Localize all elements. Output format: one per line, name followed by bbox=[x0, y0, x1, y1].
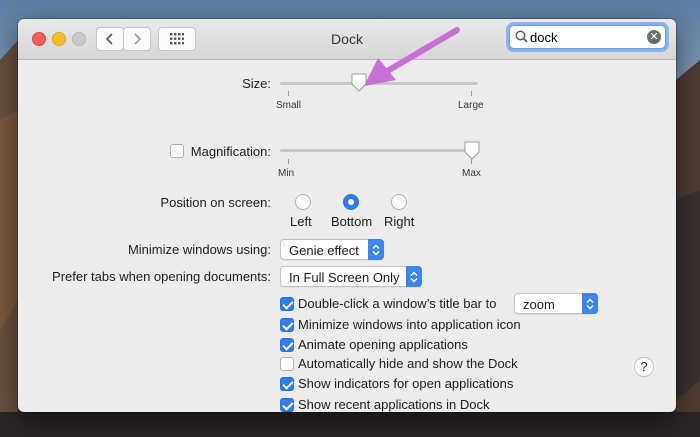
search-input[interactable] bbox=[530, 28, 640, 46]
minimize-effect-popup[interactable]: Genie effect bbox=[280, 239, 384, 260]
minimize-label: Minimize windows using: bbox=[127, 242, 271, 257]
show-indicators-label: Show indicators for open applications bbox=[298, 376, 514, 391]
autohide-dock-checkbox[interactable] bbox=[280, 357, 294, 371]
magnification-max-label: Max bbox=[462, 168, 481, 179]
prefer-tabs-popup[interactable]: In Full Screen Only bbox=[280, 266, 422, 287]
chevron-up-down-icon bbox=[582, 293, 598, 314]
chevron-right-icon bbox=[134, 33, 142, 45]
position-left-radio[interactable] bbox=[295, 194, 311, 210]
clear-icon[interactable]: ✕ bbox=[647, 30, 661, 44]
size-slider-track bbox=[280, 82, 478, 85]
double-click-action-popup[interactable]: zoom bbox=[514, 293, 598, 314]
show-indicators-checkbox[interactable] bbox=[280, 377, 294, 391]
position-right-radio[interactable] bbox=[391, 194, 407, 210]
show-recent-apps-checkbox[interactable] bbox=[280, 398, 294, 412]
magnification-slider-thumb[interactable] bbox=[463, 141, 481, 161]
magnification-slider-track bbox=[280, 149, 478, 152]
magnification-checkbox[interactable] bbox=[170, 144, 184, 158]
minimize-window-button[interactable] bbox=[52, 32, 66, 46]
magnification-slider-tick bbox=[288, 159, 289, 164]
magnification-min-label: Min bbox=[278, 168, 295, 179]
animate-opening-checkbox[interactable] bbox=[280, 338, 294, 352]
size-slider-thumb[interactable] bbox=[350, 73, 368, 93]
position-label: Position on screen: bbox=[160, 195, 271, 210]
search-icon bbox=[515, 30, 528, 43]
size-min-label: Small bbox=[276, 100, 302, 111]
position-left-label: Left bbox=[290, 214, 312, 229]
preferences-content: Size: Small Large Magnification: Min Max… bbox=[18, 60, 676, 412]
show-all-button[interactable] bbox=[158, 27, 196, 51]
back-button[interactable] bbox=[96, 27, 124, 51]
zoom-window-button[interactable] bbox=[72, 32, 86, 46]
autohide-dock-label: Automatically hide and show the Dock bbox=[298, 356, 518, 371]
dock-preferences-window: Dock ✕ Size: Small Large Magnification: bbox=[18, 19, 676, 412]
close-window-button[interactable] bbox=[32, 32, 46, 46]
position-right-label: Right bbox=[384, 214, 415, 229]
minimize-into-icon-label: Minimize windows into application icon bbox=[298, 317, 521, 332]
search-field[interactable]: ✕ bbox=[509, 25, 666, 49]
title-bar: Dock ✕ bbox=[18, 19, 676, 60]
double-click-title-bar-label: Double-click a window’s title bar to bbox=[298, 296, 497, 311]
size-slider-tick bbox=[288, 91, 289, 96]
prefer-tabs-value: In Full Screen Only bbox=[289, 270, 400, 285]
minimize-effect-value: Genie effect bbox=[289, 243, 359, 258]
chevron-up-down-icon bbox=[368, 239, 384, 260]
double-click-action-value: zoom bbox=[523, 297, 555, 312]
position-bottom-label: Bottom bbox=[331, 214, 373, 229]
minimize-into-icon-checkbox[interactable] bbox=[280, 318, 294, 332]
chevron-up-down-icon bbox=[406, 266, 422, 287]
help-button[interactable]: ? bbox=[634, 357, 654, 377]
size-max-label: Large bbox=[458, 100, 484, 111]
prefer-tabs-label: Prefer tabs when opening documents: bbox=[52, 269, 271, 284]
position-bottom-radio[interactable] bbox=[343, 194, 359, 210]
magnification-label: Magnification: bbox=[190, 144, 271, 159]
forward-button[interactable] bbox=[123, 27, 151, 51]
animate-opening-label: Animate opening applications bbox=[298, 337, 468, 352]
chevron-left-icon bbox=[105, 33, 113, 45]
double-click-title-bar-checkbox[interactable] bbox=[280, 297, 294, 311]
size-slider-tick bbox=[471, 91, 472, 96]
size-label: Size: bbox=[242, 76, 271, 91]
show-recent-apps-label: Show recent applications in Dock bbox=[298, 397, 490, 412]
grid-icon bbox=[170, 33, 184, 45]
